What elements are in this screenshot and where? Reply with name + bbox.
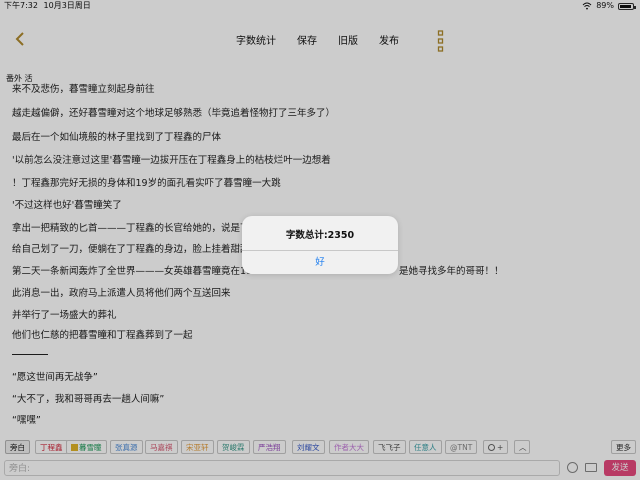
word-count-alert: 字数总计:2350 好 xyxy=(242,216,398,274)
alert-message: 字数总计:2350 xyxy=(285,230,355,241)
alert-ok-button[interactable]: 好 xyxy=(242,251,398,274)
